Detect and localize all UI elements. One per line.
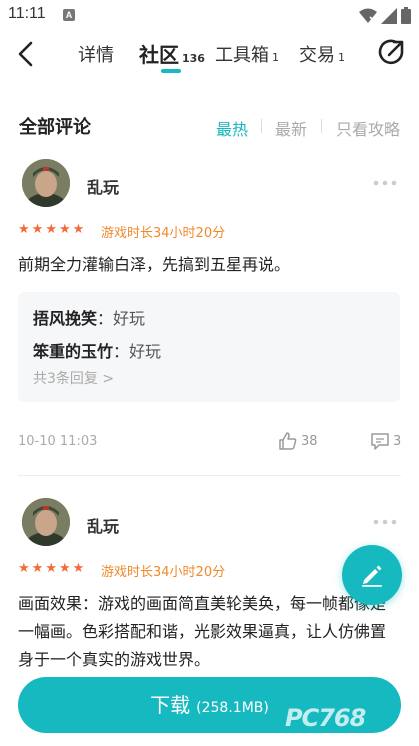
tab-count: 136	[182, 52, 205, 65]
download-size: (258.1MB)	[196, 700, 269, 716]
sort-guides-only[interactable]: 只看攻略	[336, 116, 400, 140]
avatar[interactable]	[22, 498, 70, 546]
playtime: 游戏时长34小时20分	[101, 226, 226, 241]
reply-item: 笨重的玉竹：好玩	[33, 342, 162, 361]
share-icon[interactable]	[377, 39, 405, 67]
tab-count: 1	[272, 51, 279, 64]
more-options-icon[interactable]	[373, 179, 397, 187]
divider	[18, 475, 401, 476]
sort-hot[interactable]: 最热	[216, 116, 248, 140]
star-icon: ★	[58, 222, 71, 237]
star-icon: ★	[31, 561, 44, 576]
comments-header: 全部评论 最热 最新 只看攻略	[0, 108, 419, 144]
view-all-replies-link[interactable]: 共3条回复 >	[33, 368, 114, 388]
download-label: 下载	[150, 693, 191, 717]
tab-details[interactable]: 详情	[78, 41, 114, 67]
avatar[interactable]	[22, 159, 70, 207]
sort-divider	[261, 119, 262, 133]
watermark-logo: PC768	[285, 704, 366, 732]
active-tab-indicator	[161, 69, 181, 73]
star-icon: ★	[45, 222, 57, 237]
username[interactable]: 乱玩	[87, 174, 119, 198]
battery-icon	[401, 7, 411, 24]
more-options-icon[interactable]	[373, 518, 397, 526]
reply-button[interactable]: 3	[370, 431, 401, 451]
status-time: 11:11	[8, 5, 46, 22]
like-count: 38	[301, 433, 318, 449]
signal-icon	[381, 7, 397, 24]
tab-label: 交易	[299, 45, 335, 66]
comment-text-line: 画面效果：游戏的画面简直美轮美奂，每一帧都像是	[18, 594, 387, 613]
tab-community[interactable]: 社区 136	[139, 39, 205, 68]
top-nav: 详情 社区 136 工具箱 1 交易 1	[0, 34, 419, 76]
tab-label: 社区	[139, 43, 179, 67]
tab-trade[interactable]: 交易 1	[299, 41, 345, 67]
comment-date: 10-10 11:03	[18, 434, 98, 449]
playtime: 游戏时长34小时20分	[101, 565, 226, 580]
star-icon: ★	[18, 561, 30, 576]
write-review-button[interactable]	[342, 545, 402, 605]
tab-toolbox[interactable]: 工具箱 1	[215, 41, 279, 67]
comment-text-line: 身于一个真实的游戏世界。	[18, 650, 211, 669]
comment-icon	[371, 433, 389, 450]
notification-icon: A	[63, 9, 75, 21]
star-icon: ★	[72, 561, 85, 576]
star-icon: ★	[18, 222, 30, 237]
star-icon: ★	[58, 561, 71, 576]
like-button[interactable]: 38	[278, 431, 318, 451]
reply-count: 3	[393, 433, 402, 449]
reply-content: 好玩	[113, 309, 146, 328]
reply-author[interactable]: 笨重的玉竹	[33, 342, 113, 361]
replies-box[interactable]: 捂风挽笑：好玩 笨重的玉竹：好玩 共3条回复 >	[18, 292, 400, 402]
star-rating: ★ ★ ★ ★ ★	[18, 223, 84, 237]
wifi-icon	[359, 8, 377, 24]
comment-text-line: 一幅画。色彩搭配和谐，光影效果逼真，让人仿佛置	[18, 622, 387, 641]
comment-text: 画面效果：游戏的画面简直美轮美奂，每一帧都像是 一幅画。色彩搭配和谐，光影效果逼…	[18, 590, 403, 674]
back-arrow-icon[interactable]	[14, 40, 38, 68]
star-rating: ★ ★ ★ ★ ★	[18, 562, 84, 576]
tab-label: 工具箱	[215, 45, 269, 66]
comment-text: 前期全力灌输白泽，先搞到五星再说。	[18, 255, 291, 274]
reply-item: 捂风挽笑：好玩	[33, 309, 146, 328]
sort-divider	[321, 119, 322, 133]
status-bar: 11:11 A	[0, 0, 419, 30]
tab-label: 详情	[78, 45, 114, 66]
tab-count: 1	[338, 51, 345, 64]
star-icon: ★	[31, 222, 44, 237]
username[interactable]: 乱玩	[87, 513, 119, 537]
reply-author[interactable]: 捂风挽笑	[33, 309, 97, 328]
star-icon: ★	[45, 561, 57, 576]
thumbs-up-icon	[279, 432, 297, 450]
avatar-image	[22, 498, 70, 546]
section-title: 全部评论	[19, 117, 91, 138]
sort-newest[interactable]: 最新	[275, 116, 307, 140]
status-indicators	[359, 7, 411, 24]
avatar-image	[22, 159, 70, 207]
pencil-icon	[362, 565, 382, 587]
star-icon: ★	[72, 222, 85, 237]
reply-content: 好玩	[129, 342, 162, 361]
